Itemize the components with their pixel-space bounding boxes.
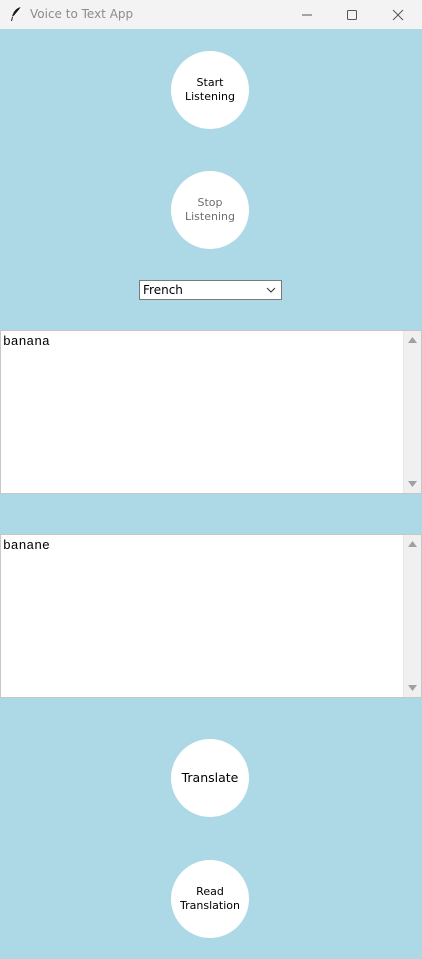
input-scrollbar[interactable] (403, 331, 421, 493)
scroll-down-button[interactable] (404, 681, 421, 695)
feather-icon (11, 6, 22, 21)
output-scrollbar[interactable] (403, 535, 421, 697)
output-text: banane (3, 538, 50, 553)
window-title: Voice to Text App (30, 7, 134, 21)
output-text-area[interactable]: banane (0, 534, 422, 698)
arrow-up-icon (408, 541, 417, 547)
arrow-up-icon (408, 337, 417, 343)
app-window: Voice to Text App Start Listening Stop L… (0, 0, 422, 959)
scroll-up-button[interactable] (404, 537, 421, 551)
language-select-value: French (143, 283, 183, 297)
read-translation-button[interactable]: Read Translation (171, 860, 249, 938)
title-bar[interactable]: Voice to Text App (0, 0, 422, 29)
minimize-button[interactable] (284, 0, 330, 29)
start-listening-button[interactable]: Start Listening (171, 51, 249, 129)
close-icon (392, 9, 404, 20)
minimize-icon (302, 14, 312, 15)
close-button[interactable] (375, 0, 421, 29)
input-text: banana (3, 334, 50, 349)
chevron-down-icon (266, 287, 276, 293)
arrow-down-icon (408, 685, 417, 691)
stop-listening-button[interactable]: Stop Listening (171, 171, 249, 249)
translate-button[interactable]: Translate (171, 739, 249, 817)
arrow-down-icon (408, 481, 417, 487)
scroll-down-button[interactable] (404, 477, 421, 491)
scroll-up-button[interactable] (404, 333, 421, 347)
maximize-icon (347, 9, 357, 20)
language-select[interactable]: French (139, 280, 282, 300)
input-text-area[interactable]: banana (0, 330, 422, 494)
maximize-button[interactable] (329, 0, 375, 29)
